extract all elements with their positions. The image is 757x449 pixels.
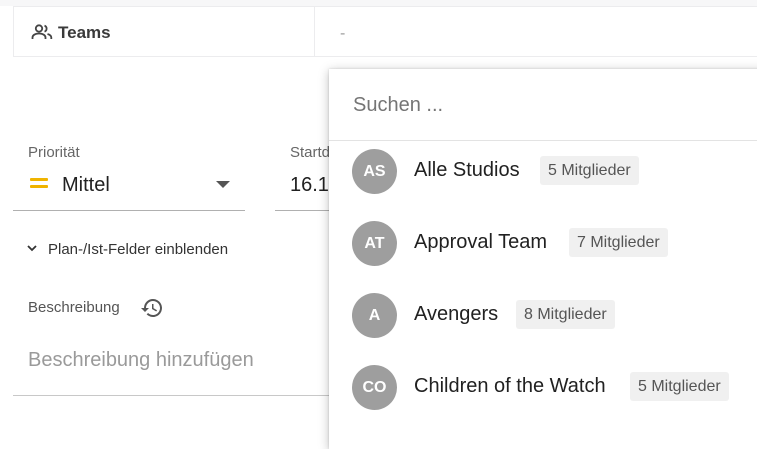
priority-label: Priorität [28,144,80,161]
teams-label: Teams [58,23,111,42]
group-icon [31,24,53,39]
chevron-down-icon [27,245,37,252]
member-count-badge: 5 Mitglieder [540,156,639,185]
team-picker-dropdown: AS Alle Studios 5 Mitglieder AT Approval… [329,69,757,449]
team-avatar: AT [352,221,397,266]
priority-select[interactable]: Mittel [13,170,245,211]
member-count-badge: 8 Mitglieder [516,300,615,329]
team-name: Children of the Watch [414,375,606,397]
description-label: Beschreibung [28,299,120,316]
member-count-badge: 5 Mitglieder [630,372,729,401]
team-avatar: AS [352,149,397,194]
team-name: Alle Studios [414,159,520,181]
priority-value: Mittel [62,174,110,196]
plan-fields-toggle-label: Plan-/Ist-Felder einblenden [48,241,229,258]
team-avatar: A [352,293,397,338]
teams-label-cell: Teams [14,7,315,56]
team-option[interactable]: A Avengers 8 Mitglieder [329,285,757,351]
team-option[interactable]: AT Approval Team 7 Mitglieder [329,213,757,279]
team-name: Avengers [414,303,499,325]
start-date-value: 16.1 [290,174,329,196]
start-date-label: Startd [290,144,331,161]
teams-value: - [340,25,346,42]
team-name: Approval Team [414,231,548,253]
team-avatar: CO [352,365,397,410]
priority-medium-icon [30,178,48,190]
description-field[interactable]: Beschreibung hinzufügen [13,340,333,396]
member-count-badge: 7 Mitglieder [569,228,668,257]
teams-row[interactable]: Teams - [13,6,757,57]
chevron-down-icon [216,181,230,188]
team-option[interactable]: AS Alle Studios 5 Mitglieder [329,141,757,207]
team-search-box [329,69,757,141]
team-search-input[interactable] [353,91,733,119]
description-placeholder: Beschreibung hinzufügen [28,349,254,371]
team-option[interactable]: CO Children of the Watch 5 Mitglieder [329,357,757,423]
start-date-field[interactable]: 16.1 [275,170,335,211]
history-icon[interactable] [140,296,164,320]
